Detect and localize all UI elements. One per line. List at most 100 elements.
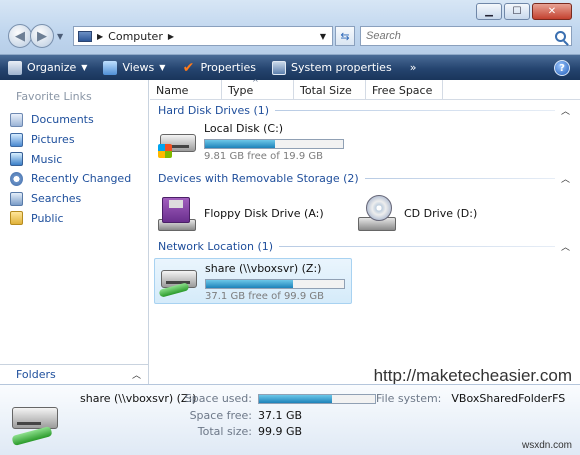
system-properties-button[interactable]: System properties bbox=[264, 55, 400, 80]
forward-button[interactable]: ▶ bbox=[30, 24, 54, 48]
watermark-url: http://maketecheasier.com bbox=[373, 366, 572, 385]
chevron-up-icon[interactable]: ︿ bbox=[561, 104, 570, 117]
system-properties-label: System properties bbox=[291, 61, 392, 74]
breadcrumb-separator-icon[interactable]: ▶ bbox=[168, 32, 174, 41]
sidebar-item-music[interactable]: Music bbox=[10, 149, 131, 169]
column-header-name[interactable]: Name bbox=[150, 80, 222, 100]
total-size-label: Total size: bbox=[197, 425, 252, 438]
sidebar-item-documents[interactable]: Documents bbox=[10, 110, 131, 130]
details-space-used: Space used: bbox=[172, 392, 376, 405]
drive-free-space: 9.81 GB free of 19.9 GB bbox=[204, 151, 323, 162]
file-list-pane: Name ^ Type Total Size Free Space Hard Di… bbox=[150, 78, 580, 385]
more-commands-button[interactable]: » bbox=[400, 55, 425, 80]
column-headers: Name ^ Type Total Size Free Space bbox=[150, 78, 580, 100]
drive-name: CD Drive (D:) bbox=[404, 206, 478, 220]
organize-label: Organize bbox=[27, 61, 77, 74]
music-icon bbox=[10, 152, 23, 167]
column-header-type[interactable]: ^ Type bbox=[222, 78, 294, 100]
searches-icon bbox=[10, 191, 23, 206]
recent-pages-dropdown[interactable]: ▼ bbox=[57, 32, 63, 41]
windows-logo-icon bbox=[158, 144, 172, 158]
breadcrumb-separator-icon[interactable]: ▶ bbox=[97, 32, 103, 41]
chevron-up-icon[interactable]: ︿ bbox=[561, 240, 570, 253]
address-path[interactable]: Computer bbox=[108, 30, 163, 43]
details-pane: share (\\vboxsvr) (Z:) Space used: Space… bbox=[0, 384, 580, 455]
sidebar-item-public[interactable]: Public bbox=[10, 208, 131, 228]
checkmark-icon: ✔ bbox=[182, 59, 195, 76]
drive-name: Floppy Disk Drive (A:) bbox=[204, 206, 324, 220]
close-button[interactable]: ✕ bbox=[532, 3, 572, 20]
details-total-size: Total size: 99.9 GB bbox=[172, 425, 302, 438]
details-file-system: File system: VBoxSharedFolderFS bbox=[376, 392, 565, 405]
properties-button[interactable]: ✔ Properties bbox=[173, 55, 264, 80]
back-button[interactable]: ◀ bbox=[8, 24, 32, 48]
folders-toggle[interactable]: Folders ︿ bbox=[0, 364, 149, 384]
sidebar-item-label: Recently Changed bbox=[31, 172, 132, 186]
drive-local-disk-c[interactable]: Local Disk (C:) 9.81 GB free of 19.9 GB bbox=[156, 122, 356, 168]
pictures-icon bbox=[10, 132, 23, 147]
organize-button[interactable]: Organize ▼ bbox=[0, 55, 95, 80]
address-dropdown-icon[interactable]: ▼ bbox=[320, 32, 326, 41]
group-divider bbox=[279, 246, 555, 247]
chevron-down-icon: ▼ bbox=[159, 63, 166, 72]
drive-usage-bar bbox=[205, 279, 345, 289]
chevron-up-icon: ︿ bbox=[131, 371, 141, 381]
details-space-free: Space free: 37.1 GB bbox=[172, 409, 302, 422]
search-box[interactable] bbox=[360, 26, 572, 46]
column-header-total-size[interactable]: Total Size bbox=[294, 80, 366, 100]
group-network-location[interactable]: Network Location (1) ︿ bbox=[158, 240, 570, 253]
sidebar-item-label: Public bbox=[31, 211, 64, 225]
recently-changed-icon bbox=[10, 171, 23, 186]
sidebar-item-pictures[interactable]: Pictures bbox=[10, 130, 131, 150]
space-free-label: Space free: bbox=[189, 409, 252, 422]
drive-usage-bar bbox=[204, 139, 344, 149]
drive-name: share (\\vboxsvr) (Z:) bbox=[205, 262, 322, 275]
group-divider bbox=[275, 110, 555, 111]
minimize-button[interactable]: ▁ bbox=[476, 3, 502, 20]
navigation-buttons: ◀ ▶ ▼ bbox=[8, 24, 63, 48]
drive-floppy-a[interactable]: Floppy Disk Drive (A:) bbox=[156, 192, 346, 234]
maximize-button[interactable]: ☐ bbox=[504, 3, 530, 20]
chevron-down-icon: ▼ bbox=[81, 63, 88, 72]
space-free-value: 37.1 GB bbox=[258, 409, 303, 422]
computer-icon bbox=[78, 30, 92, 42]
group-title: Network Location (1) bbox=[158, 240, 274, 253]
cd-drive-icon bbox=[356, 193, 398, 233]
views-icon bbox=[103, 60, 118, 75]
drive-free-space: 37.1 GB free of 99.9 GB bbox=[205, 291, 324, 302]
space-used-label: Space used: bbox=[184, 392, 252, 405]
network-drive-icon bbox=[157, 262, 199, 302]
group-removable-storage[interactable]: Devices with Removable Storage (2) ︿ bbox=[158, 172, 570, 185]
column-header-type-label: Type bbox=[228, 83, 254, 97]
properties-label: Properties bbox=[200, 61, 257, 74]
search-icon[interactable] bbox=[555, 30, 566, 42]
sidebar-item-label: Pictures bbox=[31, 133, 75, 147]
drive-share-z[interactable]: share (\\vboxsvr) (Z:) 37.1 GB free of 9… bbox=[154, 258, 352, 304]
search-input[interactable] bbox=[361, 30, 546, 42]
group-hard-disk-drives[interactable]: Hard Disk Drives (1) ︿ bbox=[158, 104, 570, 117]
sidebar-item-recently-changed[interactable]: Recently Changed bbox=[10, 169, 131, 189]
group-divider bbox=[364, 178, 555, 179]
address-bar[interactable]: ▶ Computer ▶ ▼ bbox=[73, 26, 333, 46]
favorite-links-list: Documents Pictures Music Recently Change… bbox=[10, 110, 131, 228]
sort-ascending-icon: ^ bbox=[252, 78, 259, 87]
group-title: Hard Disk Drives (1) bbox=[158, 104, 270, 117]
public-icon bbox=[10, 211, 23, 226]
group-title: Devices with Removable Storage (2) bbox=[158, 172, 359, 185]
drive-cd-d[interactable]: CD Drive (D:) bbox=[356, 192, 496, 234]
views-label: Views bbox=[122, 61, 155, 74]
refresh-button[interactable]: ⇆ bbox=[335, 26, 355, 46]
sidebar-item-searches[interactable]: Searches bbox=[10, 189, 131, 209]
folders-label: Folders bbox=[16, 368, 56, 381]
file-system-value: VBoxSharedFolderFS bbox=[451, 392, 566, 405]
column-header-free-space[interactable]: Free Space bbox=[366, 80, 443, 100]
navigation-pane: Favorite Links Documents Pictures Music … bbox=[0, 80, 149, 384]
hard-drive-icon bbox=[156, 122, 198, 162]
views-button[interactable]: Views ▼ bbox=[95, 55, 173, 80]
help-button[interactable]: ? bbox=[554, 60, 570, 76]
chevron-up-icon[interactable]: ︿ bbox=[561, 172, 570, 185]
file-system-label: File system: bbox=[376, 392, 442, 405]
refresh-icon: ⇆ bbox=[340, 29, 350, 43]
drive-name: Local Disk (C:) bbox=[204, 122, 284, 135]
window-chrome: ▁ ☐ ✕ ◀ ▶ ▼ ▶ Computer ▶ ▼ ⇆ bbox=[0, 0, 580, 55]
